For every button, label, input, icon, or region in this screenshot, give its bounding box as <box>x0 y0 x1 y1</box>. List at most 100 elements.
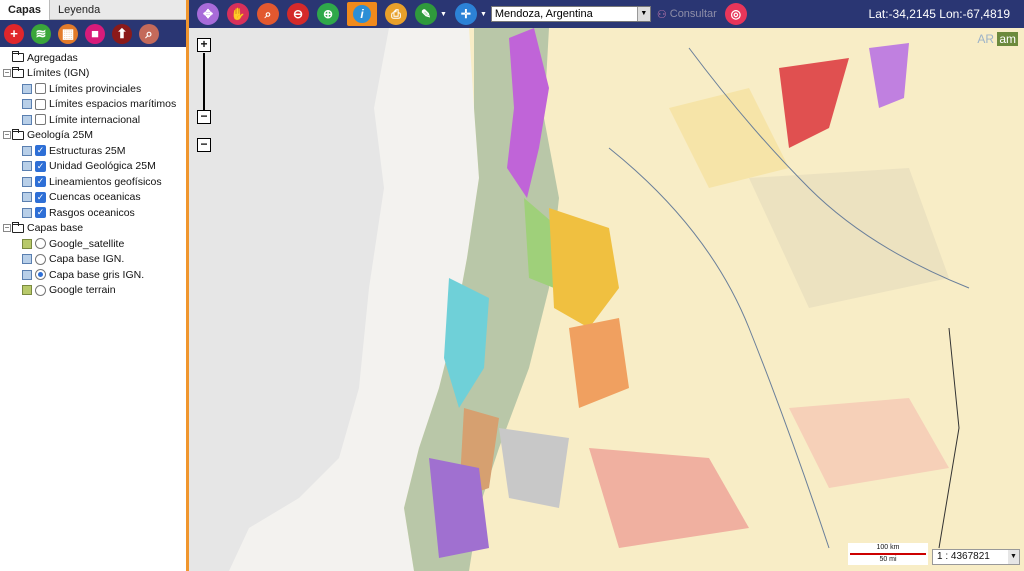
layer-limite-internacional[interactable]: Límite internacional <box>0 112 186 128</box>
folder-open-icon <box>12 128 24 140</box>
layer-rasgos[interactable]: ✓ Rasgos oceanicos <box>0 205 186 221</box>
layer-checkbox[interactable] <box>35 83 46 95</box>
print-icon[interactable]: ⎙ <box>385 3 407 25</box>
add-layer-icon[interactable]: + <box>4 23 24 44</box>
scale-line <box>850 553 926 555</box>
tree-node-limites[interactable]: − Límites (IGN) <box>0 66 186 82</box>
layer-unidad-geologica[interactable]: ✓ Unidad Geológica 25M <box>0 159 186 175</box>
base-radio[interactable] <box>35 284 46 296</box>
tree-node-geologia[interactable]: − Geología 25M <box>0 128 186 144</box>
terrain-icon <box>22 285 32 296</box>
layer-icon <box>22 161 32 172</box>
layer-checkbox[interactable]: ✓ <box>35 145 46 157</box>
layer-checkbox[interactable]: ✓ <box>35 160 46 172</box>
base-radio[interactable] <box>35 269 46 281</box>
base-google-terrain[interactable]: Google terrain <box>0 283 186 299</box>
tree-node-agregadas[interactable]: Agregadas <box>0 50 186 66</box>
tree-label: Límite internacional <box>49 113 141 126</box>
layer-icon <box>22 176 32 187</box>
measure-icon[interactable]: ✎ <box>415 3 437 25</box>
layer-estructuras[interactable]: ✓ Estructuras 25M <box>0 143 186 159</box>
zoom-in-button[interactable]: + <box>197 38 211 52</box>
fullscreen-icon[interactable]: ✥ <box>197 3 219 25</box>
layer-checkbox[interactable]: ✓ <box>35 176 46 188</box>
zoom-out-icon[interactable]: ⊖ <box>287 3 309 25</box>
chevron-down-icon[interactable]: ▼ <box>636 7 650 21</box>
coordinates-readout: Lat:-34,2145 Lon:-67,4819 <box>868 7 1010 21</box>
layer-checkbox[interactable] <box>35 114 46 126</box>
layer-icon <box>22 254 32 265</box>
collapse-icon[interactable]: − <box>3 131 11 140</box>
layer-icon <box>22 207 32 218</box>
layer-checkbox[interactable]: ✓ <box>35 191 46 203</box>
consultar-button[interactable]: Consultar <box>670 8 717 20</box>
tree-label: Estructuras 25M <box>49 144 126 157</box>
zoom-box-icon[interactable]: ⌕ <box>257 3 279 25</box>
chevron-down-icon[interactable]: ▼ <box>1008 550 1019 564</box>
scale-mi-label: 50 mi <box>879 556 897 563</box>
base-ign-gris[interactable]: Capa base gris IGN. <box>0 267 186 283</box>
tree-label: Límites espacios marítimos <box>49 98 177 111</box>
collapse-icon[interactable]: − <box>3 69 11 78</box>
search-layer-icon[interactable]: ⌕ <box>139 23 159 44</box>
tree-label: Límites provinciales <box>49 82 142 95</box>
binoculars-icon[interactable]: ⚇ <box>657 8 667 21</box>
collapse-icon[interactable]: − <box>3 224 11 233</box>
tree-label: Google terrain <box>49 284 116 297</box>
scale-ratio-select[interactable]: 1 : 4367821 ▼ <box>932 549 1020 565</box>
base-radio[interactable] <box>35 238 46 250</box>
layers-panel: Capas Leyenda + ≋ ▦ ■ ⬆ ⌕ Agregadas − Lí… <box>0 0 189 571</box>
tab-leyenda[interactable]: Leyenda <box>50 0 108 20</box>
zoom-slider-handle[interactable]: − <box>197 110 211 124</box>
layer-icon <box>22 99 32 110</box>
zoom-out-button[interactable]: − <box>197 138 211 152</box>
folder-open-icon <box>12 66 24 78</box>
layer-limites-maritimos[interactable]: Límites espacios marítimos <box>0 97 186 113</box>
unit-grey <box>499 428 569 508</box>
zoom-in-icon[interactable]: ⊕ <box>317 3 339 25</box>
layer-icon <box>22 192 32 203</box>
app-window: Capas Leyenda + ≋ ▦ ■ ⬆ ⌕ Agregadas − Lí… <box>0 0 1024 571</box>
layer-tree: Agregadas − Límites (IGN) Límites provin… <box>0 47 186 298</box>
search-value: Mendoza, Argentina <box>494 8 593 20</box>
base-google-satellite[interactable]: Google_satellite <box>0 236 186 252</box>
layer-icon <box>22 145 32 156</box>
layer-cuencas[interactable]: ✓ Cuencas oceanicas <box>0 190 186 206</box>
wms-icon[interactable]: ▦ <box>58 23 78 44</box>
layers-icon[interactable]: ≋ <box>31 23 51 44</box>
map-canvas[interactable]: + − − AR am 100 km 50 mi 1 : 4367821 ▼ <box>189 28 1024 571</box>
layer-lineamientos[interactable]: ✓ Lineamientos geofísicos <box>0 174 186 190</box>
locate-target-icon[interactable]: ◎ <box>724 3 747 25</box>
watermark-text: AR <box>977 32 994 46</box>
navigate-arrows-icon[interactable]: ✛ <box>454 3 477 25</box>
tree-label: Unidad Geológica 25M <box>49 160 156 173</box>
save-icon[interactable]: ■ <box>85 23 105 44</box>
caret-down-icon[interactable]: ▼ <box>440 11 447 18</box>
base-radio[interactable] <box>35 253 46 265</box>
tab-capas[interactable]: Capas <box>0 0 51 20</box>
base-ign[interactable]: Capa base IGN. <box>0 252 186 268</box>
tree-label: Google_satellite <box>49 237 125 250</box>
tree-label: Capa base IGN. <box>49 253 125 266</box>
location-search-select[interactable]: Mendoza, Argentina ▼ <box>490 6 651 22</box>
watermark-text: am <box>997 32 1018 46</box>
layer-icon <box>22 269 32 280</box>
layer-checkbox[interactable]: ✓ <box>35 207 46 219</box>
panel-tabs: Capas Leyenda <box>0 0 186 20</box>
layers-toolbar: + ≋ ▦ ■ ⬆ ⌕ <box>0 20 186 47</box>
scale-km-label: 100 km <box>876 544 900 551</box>
info-icon[interactable]: i <box>347 2 377 26</box>
caret-down-icon[interactable]: ▼ <box>480 11 487 18</box>
watermark: AR am <box>977 32 1018 46</box>
folder-open-icon <box>12 221 24 233</box>
tree-label: Rasgos oceanicos <box>49 206 135 219</box>
tree-node-capas-base[interactable]: − Capas base <box>0 221 186 237</box>
upload-icon[interactable]: ⬆ <box>112 23 132 44</box>
layer-checkbox[interactable] <box>35 98 46 110</box>
layer-limites-provinciales[interactable]: Límites provinciales <box>0 81 186 97</box>
zoom-control: + − − <box>197 38 213 152</box>
map-toolbar: ✥ ✋ ⌕ ⊖ ⊕ i ⎙ ✎ ▼ ✛ ▼ Mendoza, Argentina… <box>189 0 1024 28</box>
tree-label: Capas base <box>27 222 84 235</box>
pan-hand-icon[interactable]: ✋ <box>227 3 249 25</box>
tree-label: Agregadas <box>27 51 78 64</box>
